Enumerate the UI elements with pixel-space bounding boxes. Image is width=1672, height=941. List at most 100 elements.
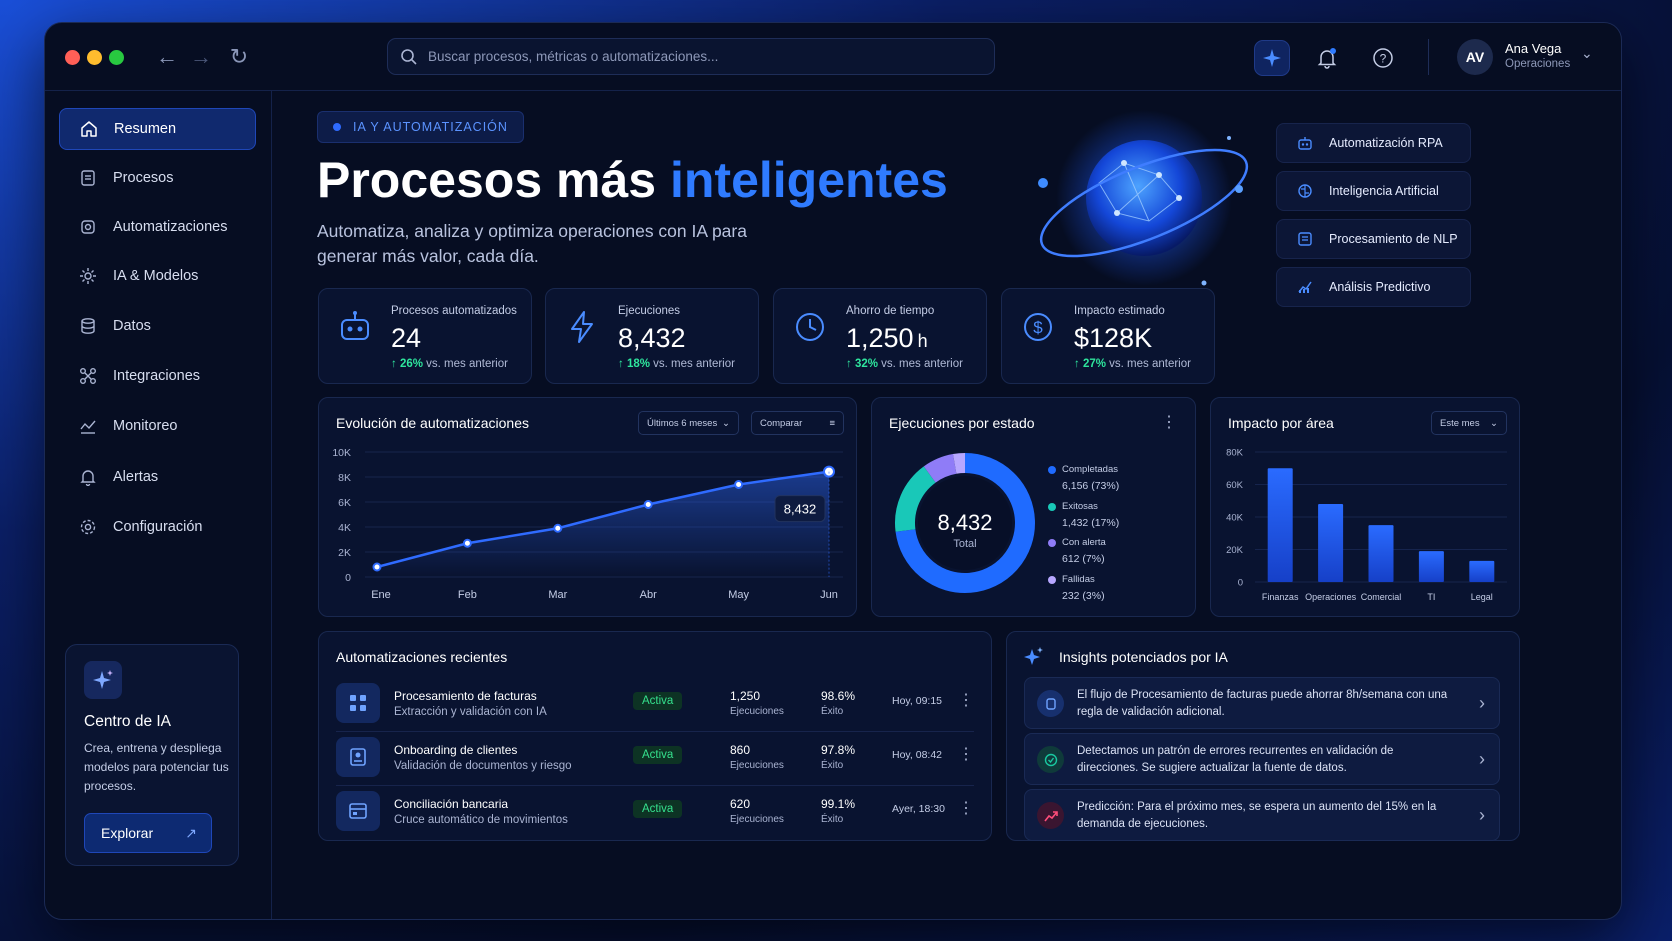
legend-item: Fallidas 232 (3%) xyxy=(1048,572,1105,604)
insight-item[interactable]: Detectamos un patrón de errores recurren… xyxy=(1024,733,1500,785)
page-title: Procesos más inteligentes xyxy=(317,151,948,209)
sidebar-item-configuracion[interactable]: Configuración xyxy=(59,506,256,548)
recent-automations-panel: Automatizaciones recientes Procesamiento… xyxy=(318,631,992,841)
bar-chart: 80K 60K 40K 20K 0 Finanzas Operaciones Comercia… xyxy=(1226,448,1507,602)
data-point[interactable] xyxy=(372,562,382,572)
table-row[interactable]: Procesamiento de facturas Extracción y v… xyxy=(336,678,974,732)
brain-icon xyxy=(1298,184,1312,198)
donut-slice[interactable] xyxy=(923,454,957,483)
refresh-icon[interactable]: ↻ xyxy=(225,43,253,71)
success-label: Éxito xyxy=(821,706,844,717)
dropdown-label: Este mes xyxy=(1440,417,1480,429)
sidebar-item-integraciones[interactable]: Integraciones xyxy=(59,355,256,397)
svg-text:$: $ xyxy=(1033,318,1043,337)
robot-icon xyxy=(341,311,369,340)
row-timestamp: Ayer, 18:30 xyxy=(892,803,945,815)
chip-label: Procesamiento de NLP xyxy=(1329,232,1458,246)
more-options-icon[interactable]: ⋮ xyxy=(958,690,974,710)
avatar[interactable]: AV xyxy=(1457,39,1493,75)
table-row[interactable]: Conciliación bancaria Cruce automático d… xyxy=(336,786,974,840)
runs-label: Ejecuciones xyxy=(730,706,784,717)
minimize-window-button[interactable] xyxy=(87,50,102,65)
stat-trend: ↑ 18% vs. mes anterior xyxy=(618,358,735,370)
x-tick-label: Abr xyxy=(640,589,657,601)
more-options-icon[interactable]: ⋮ xyxy=(958,798,974,818)
more-options-icon[interactable]: ⋮ xyxy=(958,744,974,764)
close-window-button[interactable] xyxy=(65,50,80,65)
ai-sparkle-button[interactable] xyxy=(1254,40,1290,76)
insight-item[interactable]: El flujo de Procesamiento de facturas pu… xyxy=(1024,677,1500,729)
forward-arrow-icon[interactable]: → xyxy=(187,43,215,71)
text-document-icon xyxy=(1298,232,1312,246)
range-dropdown[interactable]: Últimos 6 meses ⌄ xyxy=(638,411,739,435)
chip-analisis-predictivo[interactable]: Análisis Predictivo xyxy=(1276,267,1471,307)
sparkle-icon xyxy=(1024,647,1043,665)
more-options-icon[interactable]: ⋮ xyxy=(1161,412,1177,432)
chevron-down-icon: ⌄ xyxy=(1490,417,1498,429)
explore-button[interactable]: Explorar ↗ xyxy=(84,813,212,853)
row-timestamp: Hoy, 08:42 xyxy=(892,749,943,761)
gear-icon xyxy=(80,519,96,535)
data-point[interactable] xyxy=(553,523,563,533)
panel-title: Insights potenciados por IA xyxy=(1059,649,1228,665)
monitor-icon xyxy=(80,420,96,434)
chip-procesamiento-nlp[interactable]: Procesamiento de NLP xyxy=(1276,219,1471,259)
bar[interactable] xyxy=(1418,551,1444,582)
bar[interactable] xyxy=(1469,560,1495,582)
legend-swatch xyxy=(1048,575,1056,584)
x-tick-label: Comercial xyxy=(1361,592,1402,602)
ai-center-text: Crea, entrena y despliega modelos para p… xyxy=(84,741,229,793)
divider xyxy=(1428,39,1429,75)
sidebar-item-procesos[interactable]: Procesos xyxy=(59,157,256,199)
legend-swatch xyxy=(1048,502,1056,511)
row-description: Extracción y validación con IA xyxy=(394,706,547,718)
chip-automatizacion-rpa[interactable]: Automatización RPA xyxy=(1276,123,1471,163)
globe-illustration xyxy=(1038,110,1249,286)
back-arrow-icon[interactable]: ← xyxy=(153,43,181,71)
maximize-window-button[interactable] xyxy=(109,50,124,65)
period-dropdown[interactable]: Este mes ⌄ xyxy=(1431,411,1507,435)
data-point[interactable] xyxy=(643,500,653,509)
user-role: Operaciones xyxy=(1505,58,1571,70)
insight-item[interactable]: Predicción: Para el próximo mes, se espe… xyxy=(1024,789,1500,841)
x-tick-label: Feb xyxy=(458,589,477,601)
sidebar-item-ia-modelos[interactable]: IA & Modelos xyxy=(59,255,256,297)
chip-inteligencia-artificial[interactable]: Inteligencia Artificial xyxy=(1276,171,1471,211)
y-tick-label: 8K xyxy=(338,472,351,484)
trend-up-icon xyxy=(1037,802,1064,829)
chevron-down-icon[interactable]: ⌄ xyxy=(1581,45,1593,62)
robot-icon xyxy=(1298,137,1312,150)
notifications-button[interactable] xyxy=(1309,40,1345,76)
help-button[interactable]: ? xyxy=(1365,40,1401,76)
stat-value: 1,250 h xyxy=(846,323,928,354)
runs-value: 1,250 xyxy=(730,689,761,703)
bar[interactable] xyxy=(1318,504,1344,582)
table-row[interactable]: Onboarding de clientes Validación de doc… xyxy=(336,732,974,786)
trend-up: ↑ 18% xyxy=(618,358,650,370)
y-tick-label: 80K xyxy=(1226,448,1244,459)
x-tick-label: Finanzas xyxy=(1262,592,1299,602)
sidebar-item-alertas[interactable]: Alertas xyxy=(59,456,256,498)
y-tick-label: 6K xyxy=(338,497,351,509)
bar[interactable] xyxy=(1267,468,1293,582)
subtitle-line: Automatiza, analiza y optimiza operacion… xyxy=(317,221,747,241)
y-tick-label: 0 xyxy=(345,572,351,584)
search-input[interactable] xyxy=(428,39,978,74)
insight-text: Detectamos un patrón de errores recurren… xyxy=(1077,745,1394,774)
ai-center-card: Centro de IA Crea, entrena y despliega m… xyxy=(65,644,239,866)
sidebar-item-monitoreo[interactable]: Monitoreo xyxy=(59,405,256,447)
donut-slice[interactable] xyxy=(952,453,966,474)
legend-value: 232 (3%) xyxy=(1062,589,1105,602)
sidebar-item-automatizaciones[interactable]: Automatizaciones xyxy=(59,206,256,248)
legend-item: Completadas 6,156 (73%) xyxy=(1048,462,1119,494)
compare-dropdown[interactable]: Comparar ≡ xyxy=(751,411,844,435)
sparkle-icon xyxy=(1263,49,1281,67)
chevron-right-icon: › xyxy=(1479,693,1485,713)
runs-value: 860 xyxy=(730,743,751,757)
stat-card-ahorro: Ahorro de tiempo 1,250 h ↑ 32% vs. mes an… xyxy=(773,288,987,384)
data-point[interactable] xyxy=(734,480,744,489)
sidebar-item-resumen[interactable]: Resumen xyxy=(59,108,256,150)
sidebar-item-datos[interactable]: Datos xyxy=(59,305,256,347)
bar[interactable] xyxy=(1368,525,1394,582)
data-point[interactable] xyxy=(462,538,472,548)
